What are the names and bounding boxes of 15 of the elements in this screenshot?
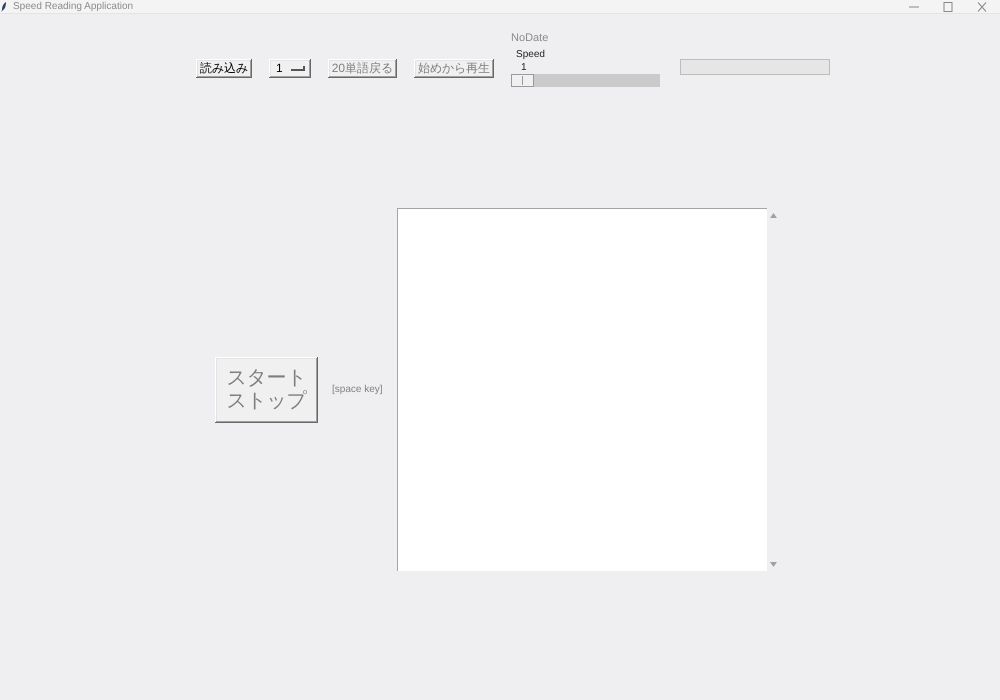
toolbar-button[interactable]: 読み込み	[196, 59, 252, 78]
slider-value: 1	[521, 62, 528, 73]
feather-icon	[1, 2, 7, 12]
maximize-icon[interactable]	[942, 2, 954, 12]
slider-thumb[interactable]	[511, 74, 534, 87]
slider-label: Speed	[516, 49, 546, 60]
window-title: Speed Reading Application	[13, 0, 134, 13]
scroll-up-icon[interactable]	[770, 213, 778, 218]
hint-text: [space key]	[332, 383, 383, 397]
close-icon[interactable]	[976, 2, 988, 12]
speed-slider[interactable]	[511, 74, 660, 87]
option-menu[interactable]: 1	[269, 59, 311, 78]
status-text: NoDate	[511, 31, 550, 45]
scroll-down-icon[interactable]	[770, 562, 778, 567]
indicator-icon	[290, 66, 305, 71]
